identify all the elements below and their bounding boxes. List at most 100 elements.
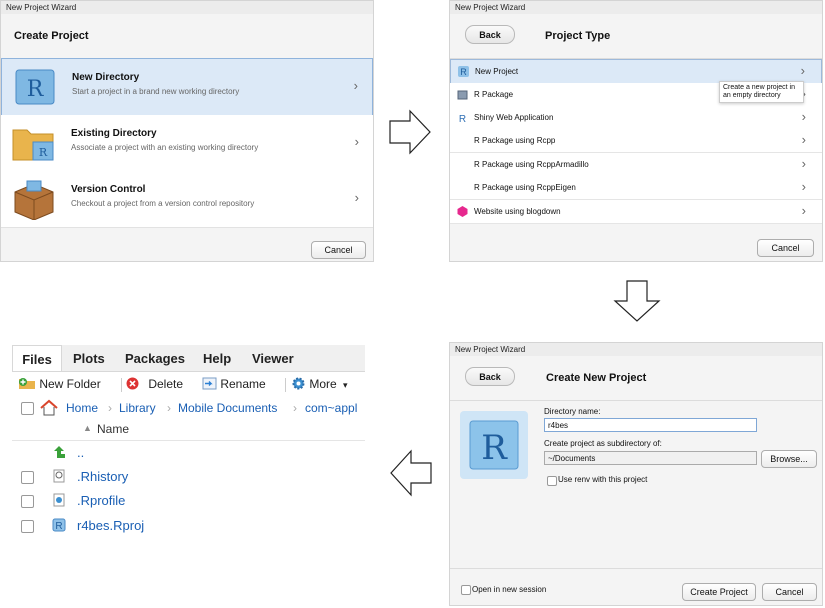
r-logo-icon: R: [15, 69, 55, 105]
tab-viewer[interactable]: Viewer: [252, 345, 294, 371]
create-project-dialog: New Project Wizard Create Project R New …: [0, 0, 374, 262]
pane-tabs: Files Plots Packages Help Viewer: [12, 345, 365, 372]
arrow-right-icon: [389, 109, 431, 155]
rename-label: Rename: [220, 377, 266, 391]
arrow-down-icon: [613, 280, 661, 322]
tooltip: Create a new project in an empty directo…: [719, 81, 804, 103]
delete-label: Delete: [148, 377, 184, 391]
rename-button[interactable]: Rename: [202, 374, 266, 394]
file-name: ..: [77, 445, 85, 460]
project-type-label: Shiny Web Application: [474, 113, 554, 122]
renv-label: Use renv with this project: [558, 475, 648, 484]
file-checkbox[interactable]: [21, 520, 34, 533]
window-title: New Project Wizard: [450, 343, 822, 356]
tab-plots[interactable]: Plots: [73, 345, 105, 371]
file-row[interactable]: .Rprofile: [12, 490, 365, 514]
tab-help[interactable]: Help: [203, 345, 231, 371]
file-name[interactable]: r4bes.Rproj: [77, 518, 144, 533]
project-type-rcpp[interactable]: R Package using Rcpp ›: [450, 129, 822, 153]
toolbar-divider: [121, 378, 122, 392]
file-checkbox[interactable]: [21, 495, 34, 508]
sort-ascending-icon: ▲: [83, 423, 92, 433]
create-new-project-dialog: New Project Wizard Back Create New Proje…: [449, 342, 823, 606]
browse-button[interactable]: Browse...: [761, 450, 817, 468]
open-new-session-label: Open in new session: [472, 585, 547, 594]
file-name[interactable]: .Rprofile: [77, 493, 125, 508]
dialog-header: Back Create New Project: [450, 356, 822, 401]
package-icon: [457, 90, 468, 100]
cancel-button[interactable]: Cancel: [757, 239, 814, 257]
option-version-control[interactable]: Version Control Checkout a project from …: [1, 171, 373, 228]
option-new-directory[interactable]: R New Directory Start a project in a bra…: [1, 58, 373, 116]
svg-text:R: R: [39, 146, 48, 159]
tab-packages[interactable]: Packages: [125, 345, 185, 371]
breadcrumb-library[interactable]: Library: [119, 400, 156, 416]
breadcrumb-com-apple[interactable]: com~appl: [305, 400, 357, 416]
file-checkbox[interactable]: [21, 471, 34, 484]
directory-name-input[interactable]: r4bes: [544, 418, 757, 432]
renv-checkbox[interactable]: [547, 476, 557, 486]
more-button[interactable]: More ▾: [291, 374, 348, 394]
new-folder-label: New Folder: [39, 377, 101, 391]
breadcrumb-mobile-documents[interactable]: Mobile Documents: [178, 400, 277, 416]
files-pane: Files Plots Packages Help Viewer New Fol…: [12, 345, 365, 575]
chevron-right-icon: ›: [801, 156, 806, 171]
option-subtitle: Start a project in a brand new working d…: [72, 87, 240, 96]
arrow-left-icon: [390, 449, 432, 497]
new-folder-button[interactable]: New Folder: [18, 374, 101, 394]
project-type-label: R Package using Rcpp: [474, 136, 556, 145]
svg-text:R: R: [460, 67, 467, 77]
home-icon[interactable]: [39, 399, 59, 417]
chevron-right-icon: ›: [354, 190, 359, 205]
r-logo-icon: R: [459, 114, 466, 123]
breadcrumb-home[interactable]: Home: [66, 400, 98, 416]
gear-icon: [292, 377, 305, 390]
subdirectory-input[interactable]: ~/Documents: [544, 451, 757, 465]
cancel-button[interactable]: Cancel: [762, 583, 817, 601]
open-new-session-checkbox[interactable]: [461, 585, 471, 595]
caret-down-icon: ▾: [343, 380, 348, 390]
r-logo-icon: R: [458, 66, 469, 77]
window-title: New Project Wizard: [1, 1, 373, 14]
back-button[interactable]: Back: [465, 25, 515, 44]
dialog-header: Create Project: [1, 14, 373, 59]
option-existing-directory[interactable]: R Existing Directory Associate a project…: [1, 115, 373, 172]
option-subtitle: Associate a project with an existing wor…: [71, 143, 259, 152]
tab-files[interactable]: Files: [12, 345, 62, 371]
svg-text:R: R: [55, 521, 62, 532]
chevron-right-icon: ›: [354, 134, 359, 149]
chevron-right-icon: ›: [801, 179, 806, 194]
history-file-icon: [53, 469, 65, 483]
new-folder-icon: [19, 378, 35, 389]
cancel-button[interactable]: Cancel: [311, 241, 366, 259]
project-type-rcpparmadillo[interactable]: R Package using RcppArmadillo ›: [450, 153, 822, 177]
toolbar-divider: [285, 378, 286, 392]
chevron-right-icon: ›: [800, 63, 805, 78]
create-project-button[interactable]: Create Project: [682, 583, 756, 601]
column-header: ▲ Name: [12, 420, 365, 441]
subdirectory-label: Create project as subdirectory of:: [544, 439, 662, 448]
file-row[interactable]: .Rhistory: [12, 466, 365, 490]
dialog-header: Back Project Type: [450, 14, 822, 59]
file-row[interactable]: R r4bes.Rproj: [12, 515, 365, 539]
svg-text:R: R: [27, 77, 45, 102]
project-type-label: Website using blogdown: [474, 207, 561, 216]
blogdown-icon: [457, 206, 468, 217]
more-label: More: [309, 377, 337, 391]
option-title: Existing Directory: [71, 128, 157, 139]
file-row-parent[interactable]: ..: [12, 442, 365, 466]
project-type-blogdown[interactable]: Website using blogdown ›: [450, 200, 822, 224]
project-type-rcppeigen[interactable]: R Package using RcppEigen ›: [450, 176, 822, 200]
page-title: Create Project: [14, 30, 89, 42]
column-name[interactable]: Name: [97, 422, 129, 436]
option-title: New Directory: [72, 72, 140, 83]
project-type-shiny[interactable]: R Shiny Web Application ›: [450, 106, 822, 130]
option-title: Version Control: [71, 184, 146, 195]
back-button[interactable]: Back: [465, 367, 515, 386]
project-type-label: R Package using RcppArmadillo: [474, 160, 589, 169]
folder-icon: R: [12, 129, 54, 161]
delete-button[interactable]: Delete: [126, 374, 183, 394]
directory-name-label: Directory name:: [544, 407, 601, 416]
file-name[interactable]: .Rhistory: [77, 469, 128, 484]
select-all-checkbox[interactable]: [21, 402, 34, 415]
